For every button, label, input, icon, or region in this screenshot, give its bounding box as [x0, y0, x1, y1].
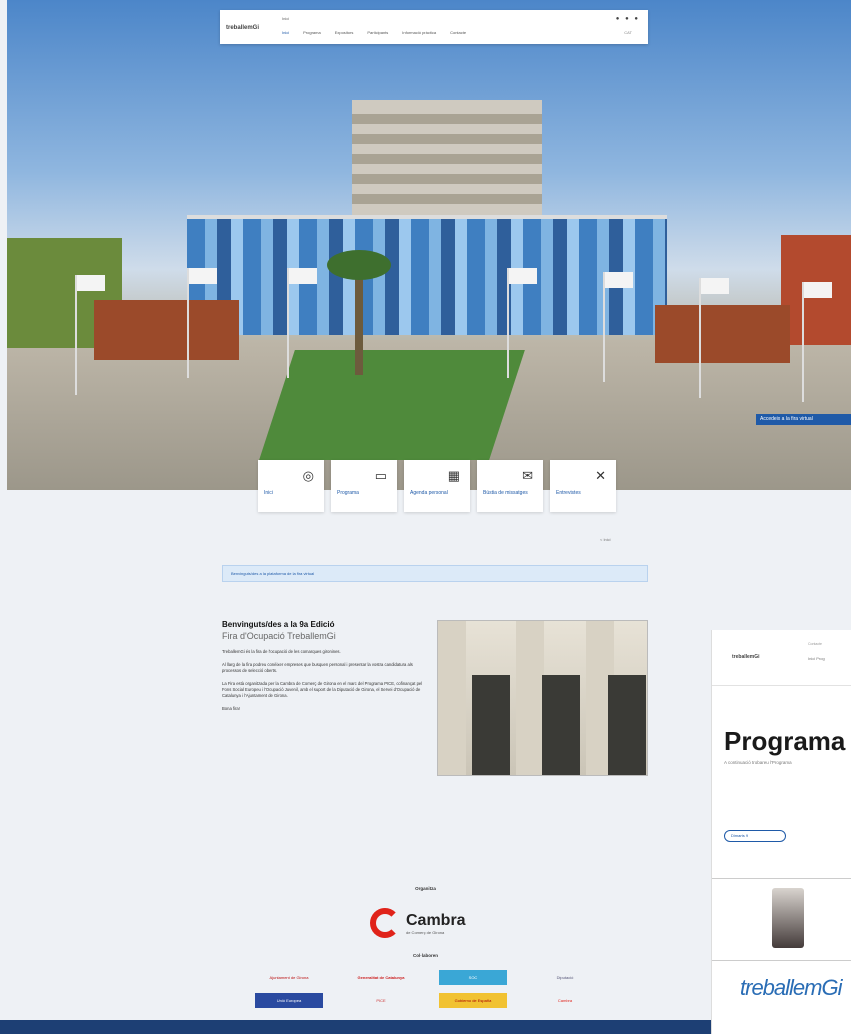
- menu-item-programa[interactable]: Programa: [303, 30, 321, 35]
- hero-pavilion-left: [94, 300, 239, 360]
- cambra-logo[interactable]: Cambra de Comerç de Girona: [370, 903, 510, 943]
- tile-label: Inici: [264, 490, 273, 496]
- tile-inici[interactable]: ◎ Inici: [258, 460, 324, 512]
- site-logo[interactable]: treballemGi: [226, 25, 259, 31]
- logo-ue[interactable]: Unió Europea: [255, 993, 323, 1008]
- logo-cambra-small[interactable]: Cambra: [531, 993, 599, 1008]
- mail-icon: ✉: [522, 468, 533, 483]
- notice-bar: Benvinguts/des a la plataforma de la fir…: [222, 565, 648, 582]
- logo-soc[interactable]: SOC: [439, 970, 507, 985]
- day-filter-pill[interactable]: Dimarts 9: [724, 830, 786, 842]
- panel-navbar: treballemGi Contacte Inici Prog: [712, 630, 851, 686]
- hero-pavilion-right: [655, 305, 790, 363]
- welcome-paragraph: Al llarg de la fira podreu conèixer empr…: [222, 662, 413, 673]
- panel-title: Programa: [724, 726, 846, 756]
- screen-icon: ▭: [374, 468, 387, 483]
- cambra-name: Cambra: [406, 911, 466, 929]
- hero-facade: [187, 215, 667, 335]
- logo-diputacio[interactable]: Diputació: [531, 970, 599, 985]
- menu-item-contacte[interactable]: Contacte: [450, 30, 466, 35]
- welcome-subtitle: Fira d'Ocupació TreballemGi: [222, 631, 336, 641]
- cambra-sub: de Comerç de Girona: [406, 929, 445, 935]
- flag: [699, 278, 729, 398]
- top-navbar: treballemGi Inici Inici Programa Exposit…: [220, 10, 648, 44]
- menu-item-inici[interactable]: Inici: [282, 30, 289, 35]
- nav-topline: Inici: [282, 16, 290, 21]
- panel-footer-logo: treballemGi: [740, 975, 842, 1000]
- tile-label: Programa: [337, 490, 359, 496]
- welcome-paragraph: La Fira està organitzada per la Cambra d…: [222, 681, 423, 698]
- tile-label: Bústia de missatges: [483, 490, 528, 496]
- flag: [75, 275, 105, 395]
- logo-gobierno[interactable]: Gobierno de España: [439, 993, 507, 1008]
- welcome-title: Benvinguts/des a la 9a Edició: [222, 620, 335, 629]
- handshake-icon: ✕: [595, 468, 606, 483]
- language-selector[interactable]: CAT: [624, 30, 632, 35]
- flag: [507, 268, 537, 378]
- welcome-paragraph: Bona fira!: [222, 706, 240, 711]
- tile-label: Agenda personal: [410, 490, 448, 496]
- logo-generalitat[interactable]: Generalitat de Catalunya: [347, 970, 415, 985]
- calendar-icon: ▦: [447, 468, 460, 483]
- tile-entrevistes[interactable]: ✕ Entrevistes: [550, 460, 616, 512]
- breadcrumb[interactable]: < Inici: [600, 537, 611, 542]
- welcome-paragraph: TreballemGi és la fira de l'ocupació de …: [222, 649, 341, 654]
- virtual-fair-button[interactable]: Accedeix a la fira virtual: [756, 414, 851, 425]
- hero-tower: [352, 100, 542, 215]
- menu-item-participants[interactable]: Participants: [367, 30, 388, 35]
- tile-programa[interactable]: ▭ Programa: [331, 460, 397, 512]
- panel-subtitle: A continuació trobareu l'Programa: [724, 760, 792, 765]
- tile-bustia[interactable]: ✉ Bústia de missatges: [477, 460, 543, 512]
- menu-item-expositors[interactable]: Expositors: [335, 30, 354, 35]
- user-icons[interactable]: ● ● ●: [616, 16, 640, 22]
- quick-access-tiles: ◎ Inici ▭ Programa ▦ Agenda personal ✉ B…: [258, 460, 616, 512]
- hero-palm-top: [327, 250, 391, 280]
- welcome-section: Benvinguts/des a la 9a Edició Fira d'Ocu…: [222, 620, 427, 719]
- divider: [712, 878, 851, 879]
- logo-ajuntament[interactable]: Ajuntament de Girona: [255, 970, 323, 985]
- logo-pice[interactable]: PICE: [347, 993, 415, 1008]
- tile-agenda[interactable]: ▦ Agenda personal: [404, 460, 470, 512]
- collaborator-logos: Ajuntament de Girona Generalitat de Cata…: [255, 970, 625, 1008]
- panel-menu[interactable]: Inici Prog: [808, 656, 825, 661]
- speaker-photo: [772, 888, 804, 948]
- home-icon: ◎: [302, 468, 314, 483]
- flag: [187, 268, 217, 378]
- main-menu: Inici Programa Expositors Participants I…: [282, 30, 466, 35]
- divider: [712, 960, 851, 961]
- hero-lawn: [259, 350, 525, 460]
- building-photo: [437, 620, 648, 776]
- hero-banner: [7, 0, 851, 490]
- menu-item-info[interactable]: Informació pràctica: [402, 30, 436, 35]
- programa-preview-panel: treballemGi Contacte Inici Prog Programa…: [711, 630, 851, 1034]
- panel-logo[interactable]: treballemGi: [732, 654, 760, 660]
- panel-topline: Contacte: [808, 642, 823, 646]
- flag: [287, 268, 317, 378]
- flag: [802, 282, 832, 402]
- flag: [603, 272, 633, 382]
- cambra-ring-icon: [370, 908, 400, 938]
- tile-label: Entrevistes: [556, 490, 581, 496]
